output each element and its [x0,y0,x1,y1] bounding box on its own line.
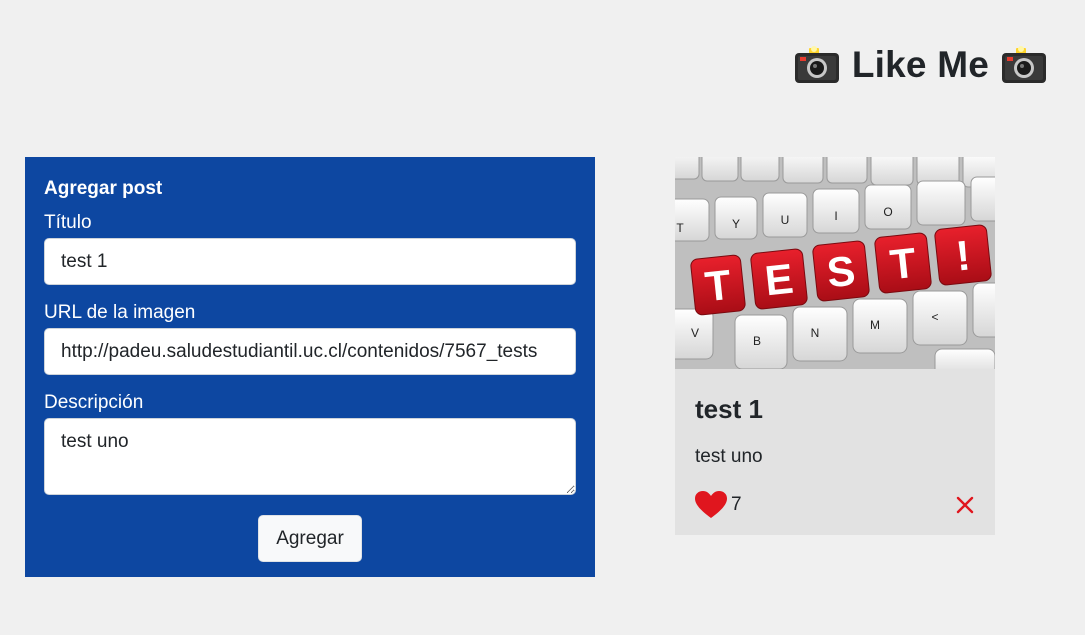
close-icon[interactable] [956,496,974,514]
title-label: Título [44,212,92,233]
post-body: test 1 test uno 7 [675,369,995,519]
heart-icon[interactable] [695,491,727,519]
add-post-form: Agregar post Título URL de la imagen Des… [25,157,595,577]
like-count: 7 [731,494,742,515]
title-input[interactable] [44,238,576,285]
svg-text:N: N [811,326,820,340]
camera-with-flash-icon [794,46,839,83]
svg-text:U: U [781,213,790,227]
post-description: test uno [695,446,763,467]
svg-text:T: T [888,239,919,288]
form-heading: Agregar post [44,178,163,199]
svg-text:T: T [676,221,684,235]
keyboard-test-keys-image: T E S T ! T Y U I O B N M < V [675,157,995,369]
post-actions: 7 [695,491,975,519]
svg-text:T: T [703,261,734,310]
svg-text:M: M [870,318,880,332]
svg-text:<: < [931,310,938,324]
camera-with-flash-icon [1002,46,1046,83]
app-title: Like Me [775,40,1047,90]
description-label: Descripción [44,392,144,413]
description-textarea[interactable]: test uno [44,418,576,495]
post-title: test 1 [695,394,763,424]
image-url-label: URL de la imagen [44,302,196,323]
post-card: T E S T ! T Y U I O B N M < V test 1 tes… [675,157,995,535]
page-title: Like Me [851,44,989,85]
svg-text:O: O [883,205,892,219]
add-post-button[interactable]: Agregar [258,515,362,562]
svg-text:I: I [834,209,837,223]
svg-text:S: S [825,247,858,297]
likes: 7 [695,491,742,519]
svg-text:Y: Y [732,217,740,231]
image-url-input[interactable] [44,328,576,375]
svg-text:E: E [763,255,796,305]
svg-text:V: V [691,326,699,340]
submit-row: Agregar [44,515,576,562]
svg-text:B: B [753,334,761,348]
